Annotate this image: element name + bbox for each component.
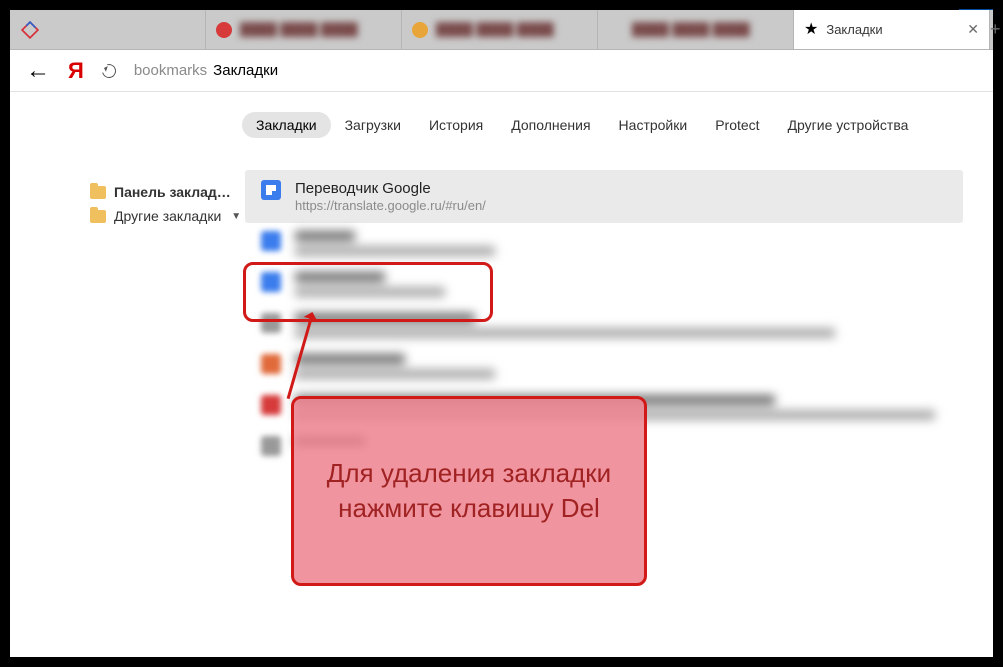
annotation-callout: Для удаления закладки нажмите клавишу De… <box>291 396 647 586</box>
site-icon <box>216 22 232 38</box>
site-icon <box>261 313 281 333</box>
tab-title: ████ ████ ████ <box>632 22 783 37</box>
sidebar-item-label: Другие закладки <box>114 208 221 224</box>
address-prefix: bookmarks <box>134 62 207 79</box>
chevron-down-icon: ▼ <box>231 211 241 222</box>
nav-addons[interactable]: Дополнения <box>497 112 604 138</box>
bookmark-url: https://translate.google.ru/#ru/en/ <box>295 198 486 213</box>
site-icon <box>261 354 281 374</box>
nav-downloads[interactable]: Загрузки <box>331 112 415 138</box>
bookmark-title: Переводчик Google <box>295 180 486 197</box>
tab-strip: ████ ████ ████ ████ ████ ████ ████ ████ … <box>10 10 993 50</box>
settings-nav: Закладки Загрузки История Дополнения Нас… <box>10 92 993 156</box>
close-tab-button[interactable]: ✕ <box>967 21 979 38</box>
bookmarks-sidebar: Панель заклад… Другие закладки ▼ <box>90 156 245 657</box>
tab-3[interactable]: ████ ████ ████ <box>598 10 794 49</box>
nav-history[interactable]: История <box>415 112 497 138</box>
nav-bookmarks[interactable]: Закладки <box>242 112 331 138</box>
bookmark-row-blurred[interactable] <box>245 346 963 387</box>
browser-window: ████ ████ ████ ████ ████ ████ ████ ████ … <box>9 9 994 658</box>
bookmark-row-blurred[interactable] <box>245 223 963 264</box>
bookmark-row-blurred[interactable] <box>245 305 963 346</box>
sidebar-bookmarks-bar[interactable]: Панель заклад… <box>90 180 245 204</box>
site-icon <box>261 436 281 456</box>
bookmark-row-blurred[interactable] <box>245 264 963 305</box>
callout-text: Для удаления закладки нажмите клавишу De… <box>308 456 630 526</box>
back-button[interactable]: ← <box>26 59 50 83</box>
folder-icon <box>90 210 106 223</box>
nav-protect[interactable]: Protect <box>701 112 773 138</box>
tab-1[interactable]: ████ ████ ████ <box>206 10 402 49</box>
address-page: Закладки <box>213 62 278 79</box>
content-area: Закладки Загрузки История Дополнения Нас… <box>10 92 993 657</box>
site-icon <box>608 22 624 38</box>
yandex-logo-icon[interactable]: Я <box>68 58 84 84</box>
site-icon <box>261 272 281 292</box>
site-icon <box>412 22 428 38</box>
folder-icon <box>90 186 106 199</box>
app-tab <box>10 10 206 49</box>
tab-title: ████ ████ ████ <box>240 22 391 37</box>
google-translate-icon <box>261 180 281 200</box>
plus-icon: + <box>990 19 1001 40</box>
address-bar: ← Я bookmarks Закладки <box>10 50 993 92</box>
new-tab-button[interactable]: + <box>990 10 1001 49</box>
star-icon: ★ <box>804 22 818 38</box>
nav-settings[interactable]: Настройки <box>605 112 702 138</box>
reload-button[interactable] <box>102 64 116 78</box>
nav-other-devices[interactable]: Другие устройства <box>774 112 923 138</box>
tab-title: ████ ████ ████ <box>436 22 587 37</box>
bookmark-row[interactable]: Переводчик Google https://translate.goog… <box>245 170 963 223</box>
address-text[interactable]: bookmarks Закладки <box>134 62 278 79</box>
sidebar-other-bookmarks[interactable]: Другие закладки ▼ <box>90 204 245 228</box>
site-icon <box>261 395 281 415</box>
sidebar-item-label: Панель заклад… <box>114 184 231 200</box>
tab-2[interactable]: ████ ████ ████ <box>402 10 598 49</box>
yandex-rhombus-icon <box>20 20 40 40</box>
tab-bookmarks[interactable]: ★ Закладки ✕ <box>794 10 990 49</box>
site-icon <box>261 231 281 251</box>
tab-title: Закладки <box>826 22 959 37</box>
